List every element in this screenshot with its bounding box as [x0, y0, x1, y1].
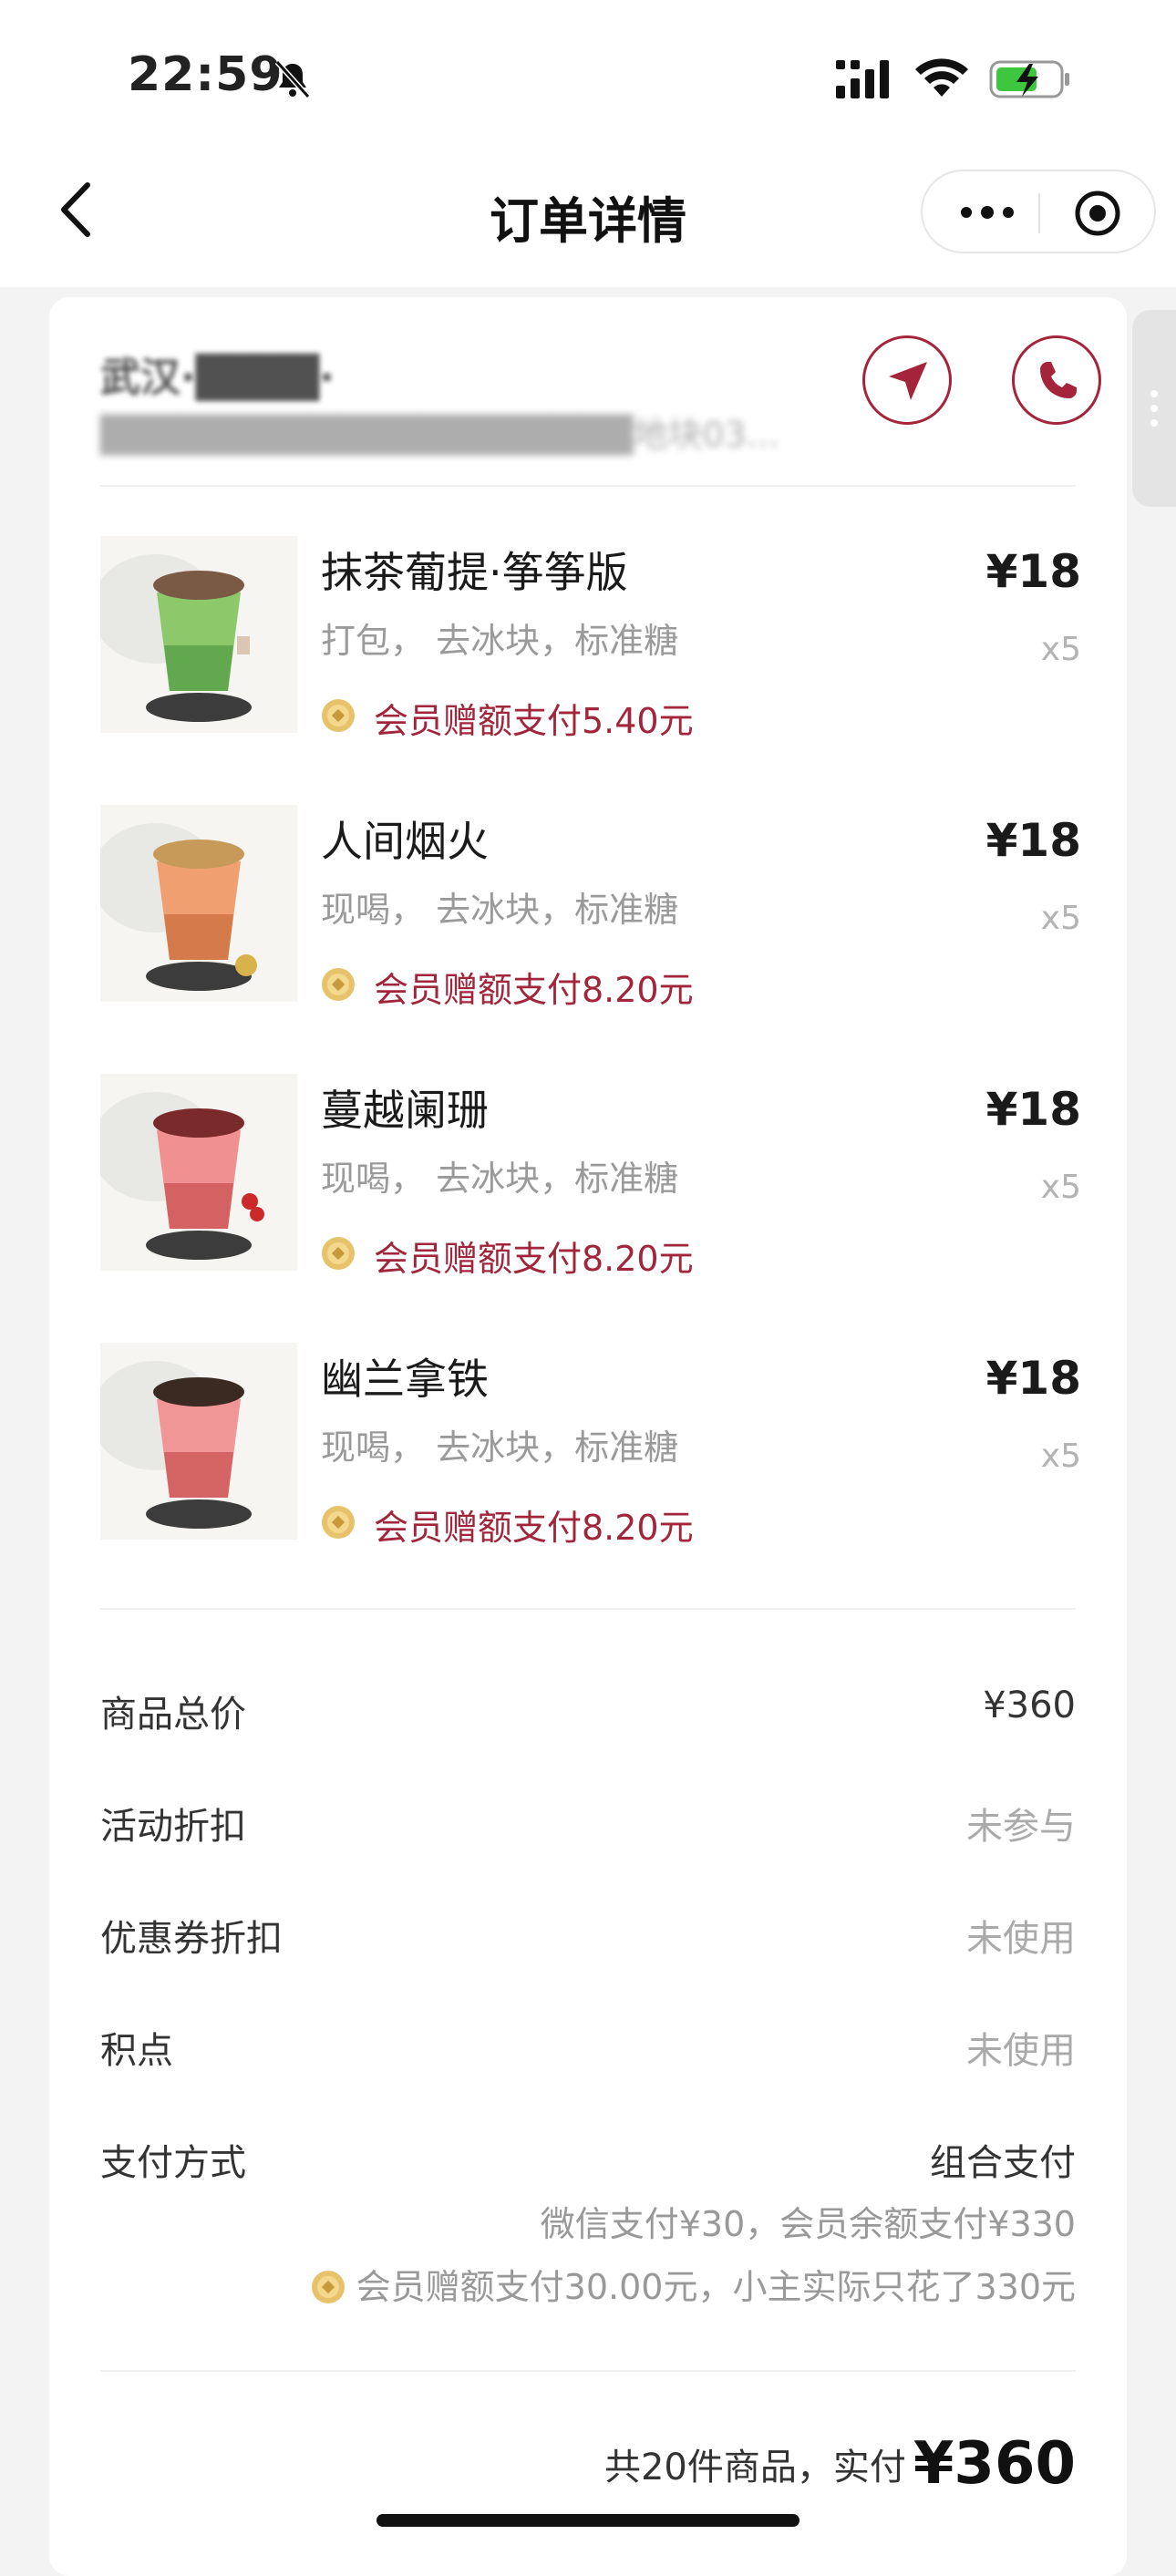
signal-icon	[836, 60, 889, 98]
promo-text: 会员赠额支付8.20元	[374, 970, 694, 1010]
more-icon[interactable]	[955, 190, 1019, 235]
product-quantity: x5	[1040, 900, 1081, 937]
navigation-bar: 订单详情	[0, 155, 1176, 287]
bell-slash-icon	[274, 59, 311, 99]
coin-icon	[322, 1506, 355, 1539]
product-spec: 打包， 去冰块，标准糖	[321, 621, 679, 661]
call-store-button[interactable]	[1012, 335, 1101, 425]
payment-member-promo: 会员赠额支付30.00元，小主实际只花了330元	[311, 2259, 1076, 2309]
status-time: 22:59	[128, 47, 284, 102]
points-value: 未使用	[966, 2030, 1076, 2072]
product-name: 蔓越阑珊	[321, 1086, 489, 1135]
promo-text: 会员赠额支付8.20元	[374, 1239, 694, 1279]
order-item[interactable]: 人间烟火 现喝， 去冰块，标准糖 会员赠额支付8.20元 ¥18 x5	[100, 805, 1081, 1024]
navigate-button[interactable]	[862, 335, 952, 425]
coupon-discount-row: 优惠券折扣 未使用	[100, 1909, 1076, 1963]
product-quantity: x5	[1040, 1169, 1081, 1206]
product-spec: 现喝， 去冰块，标准糖	[321, 890, 679, 930]
product-spec: 现喝， 去冰块，标准糖	[321, 1159, 679, 1199]
battery-charging-icon	[989, 60, 1069, 98]
payment-method-value: 组合支付	[930, 2142, 1076, 2184]
total-label: 共20件商品，实付	[603, 2447, 906, 2488]
activity-discount-value: 未参与	[966, 1806, 1076, 1848]
divider	[100, 1608, 1076, 1610]
product-image	[100, 1343, 297, 1540]
product-price: ¥18	[985, 1083, 1081, 1136]
coin-icon	[322, 1237, 355, 1270]
goods-total-value: ¥360	[983, 1685, 1076, 1726]
payment-method-label: 支付方式	[100, 2142, 246, 2184]
wifi-icon	[915, 58, 968, 97]
points-label: 积点	[100, 2030, 173, 2072]
phone-icon	[1040, 362, 1077, 398]
payment-detail: 微信支付¥30，会员余额支付¥330	[540, 2204, 1076, 2244]
order-item[interactable]: 幽兰拿铁 现喝， 去冰块，标准糖 会员赠额支付8.20元 ¥18 x5	[100, 1343, 1081, 1561]
coupon-discount-label: 优惠券折扣	[100, 1918, 283, 1960]
product-name: 抹茶葡提·筝筝版	[321, 548, 628, 597]
order-total: 共20件商品，实付 ¥360	[604, 2430, 1076, 2498]
divider	[100, 2370, 1076, 2372]
status-bar: 22:59	[0, 0, 1176, 155]
activity-discount-label: 活动折扣	[100, 1806, 246, 1848]
coin-icon	[322, 968, 355, 1001]
target-icon[interactable]	[1074, 190, 1121, 237]
goods-total-row: 商品总价 ¥360	[100, 1685, 1076, 1739]
divider	[100, 485, 1076, 487]
side-handle[interactable]	[1132, 310, 1176, 507]
promo-text: 会员赠额支付8.20元	[374, 1508, 694, 1548]
product-image	[100, 805, 297, 1002]
order-item[interactable]: 抹茶葡提·筝筝版 打包， 去冰块，标准糖 会员赠额支付5.40元 ¥18 x5	[100, 536, 1081, 755]
product-image	[100, 1074, 297, 1271]
payment-promo-text: 会员赠额支付30.00元，小主实际只花了330元	[356, 2267, 1076, 2307]
home-indicator[interactable]	[377, 2514, 799, 2527]
product-quantity: x5	[1040, 1437, 1081, 1475]
coupon-discount-value: 未使用	[966, 1918, 1076, 1960]
capsule-divider	[1038, 193, 1040, 233]
product-quantity: x5	[1040, 631, 1081, 668]
product-price: ¥18	[985, 1352, 1081, 1405]
goods-total-label: 商品总价	[100, 1694, 246, 1736]
coin-icon	[311, 2271, 345, 2303]
coin-icon	[322, 699, 355, 732]
order-card: 武汉·████· ████████████████████地块03... 抹茶葡…	[49, 297, 1127, 2576]
store-name: 武汉·████·	[100, 355, 335, 401]
product-price: ¥18	[985, 814, 1081, 867]
activity-discount-row: 活动折扣 未参与	[100, 1797, 1076, 1851]
points-row: 积点 未使用	[100, 2021, 1076, 2076]
store-address: ████████████████████地块03...	[100, 415, 780, 455]
navigate-icon	[889, 362, 927, 400]
total-amount: ¥360	[913, 2430, 1076, 2498]
product-name: 人间烟火	[321, 817, 489, 866]
product-spec: 现喝， 去冰块，标准糖	[321, 1427, 679, 1468]
payment-method-row: 支付方式 组合支付	[100, 2133, 1076, 2188]
product-name: 幽兰拿铁	[321, 1355, 489, 1404]
product-price: ¥18	[985, 545, 1081, 598]
order-item[interactable]: 蔓越阑珊 现喝， 去冰块，标准糖 会员赠额支付8.20元 ¥18 x5	[100, 1074, 1081, 1293]
promo-text: 会员赠额支付5.40元	[374, 701, 694, 741]
product-image	[100, 536, 297, 733]
miniprogram-capsule	[921, 170, 1156, 253]
